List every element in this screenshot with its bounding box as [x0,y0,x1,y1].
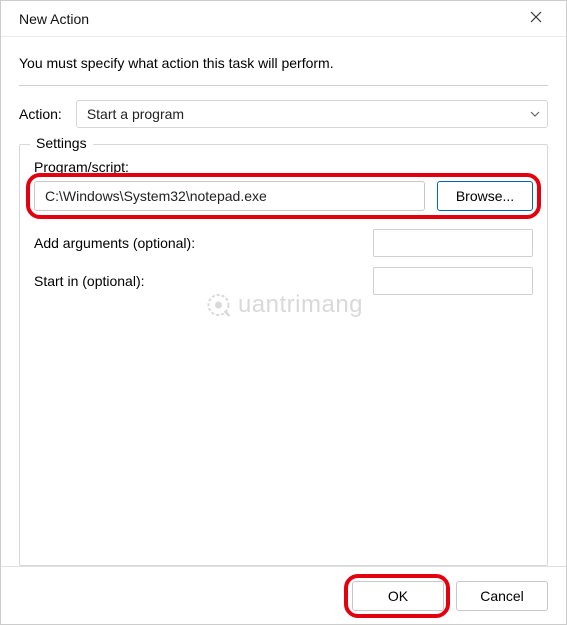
action-label: Action: [19,106,62,122]
browse-button[interactable]: Browse... [437,181,533,211]
arguments-row: Add arguments (optional): [34,229,533,257]
action-row: Action: Start a program [19,100,548,128]
ok-button[interactable]: OK [352,581,444,611]
close-icon [530,10,542,27]
cancel-button[interactable]: Cancel [456,581,548,611]
dialog-content: You must specify what action this task w… [1,37,566,566]
close-button[interactable] [516,4,556,34]
program-row: Browse... [34,181,533,211]
window-title: New Action [19,11,89,27]
ok-wrap: OK [352,581,444,611]
program-script-label: Program/script: [34,159,533,175]
titlebar: New Action [1,1,566,37]
instruction-text: You must specify what action this task w… [19,55,548,71]
arguments-input[interactable] [373,229,533,257]
new-action-dialog: New Action You must specify what action … [0,0,567,625]
settings-fieldset: Settings Program/script: Browse... Add a… [19,144,548,566]
divider [19,85,548,86]
settings-legend: Settings [30,135,93,151]
action-selected-value: Start a program [87,106,184,122]
startin-input[interactable] [373,267,533,295]
action-select-wrap: Start a program [76,100,548,128]
startin-label: Start in (optional): [34,273,145,289]
arguments-label: Add arguments (optional): [34,235,195,251]
startin-row: Start in (optional): [34,267,533,295]
action-select[interactable]: Start a program [76,100,548,128]
program-script-input[interactable] [34,181,425,211]
dialog-footer: OK Cancel [1,566,566,624]
